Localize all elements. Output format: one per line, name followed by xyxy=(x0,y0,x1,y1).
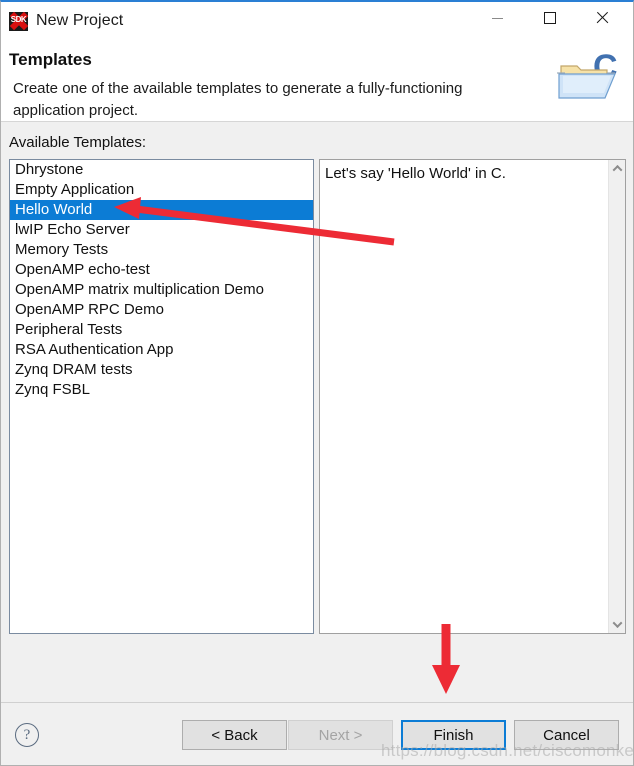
new-project-dialog: SDK New Project Templates Create one of … xyxy=(0,0,634,766)
list-item[interactable]: RSA Authentication App xyxy=(10,340,313,360)
folder-c-icon: C xyxy=(557,48,618,99)
available-templates-label: Available Templates: xyxy=(9,134,147,151)
next-button: Next > xyxy=(288,720,393,750)
list-item[interactable]: OpenAMP matrix multiplication Demo xyxy=(10,280,313,300)
chevron-down-icon[interactable] xyxy=(609,616,625,633)
chevron-up-icon[interactable] xyxy=(609,160,625,177)
template-description-text: Let's say 'Hello World' in C. xyxy=(325,165,506,182)
page-description: Create one of the available templates to… xyxy=(13,80,463,119)
list-item[interactable]: Zynq DRAM tests xyxy=(10,360,313,380)
list-item[interactable]: Peripheral Tests xyxy=(10,320,313,340)
list-item[interactable]: Memory Tests xyxy=(10,240,313,260)
dialog-body: Available Templates: Dhrystone Empty App… xyxy=(1,122,633,702)
list-item-selected[interactable]: Hello World xyxy=(10,200,313,220)
description-scrollbar[interactable] xyxy=(608,160,625,633)
sdk-icon: SDK xyxy=(9,11,28,31)
list-item[interactable]: lwIP Echo Server xyxy=(10,220,313,240)
minimize-button[interactable] xyxy=(474,2,520,34)
list-item[interactable]: Zynq FSBL xyxy=(10,380,313,400)
list-item[interactable]: Dhrystone xyxy=(10,160,313,180)
templates-list[interactable]: Dhrystone Empty Application Hello World … xyxy=(9,159,314,634)
maximize-button[interactable] xyxy=(527,2,573,34)
template-description-panel: Let's say 'Hello World' in C. xyxy=(319,159,626,634)
dialog-header: Templates Create one of the available te… xyxy=(1,40,633,122)
window-title: New Project xyxy=(36,12,124,29)
list-item[interactable]: OpenAMP echo-test xyxy=(10,260,313,280)
list-item[interactable]: OpenAMP RPC Demo xyxy=(10,300,313,320)
title-bar: SDK New Project xyxy=(1,2,633,40)
close-button[interactable] xyxy=(579,2,625,34)
page-title: Templates xyxy=(9,50,92,69)
minimize-icon xyxy=(491,17,503,19)
maximize-icon xyxy=(544,12,556,24)
list-item[interactable]: Empty Application xyxy=(10,180,313,200)
watermark: https://blog.csdn.net/ciscomonkey xyxy=(381,741,634,760)
back-button[interactable]: < Back xyxy=(182,720,287,750)
close-icon xyxy=(595,11,609,25)
help-icon[interactable]: ? xyxy=(15,723,39,747)
